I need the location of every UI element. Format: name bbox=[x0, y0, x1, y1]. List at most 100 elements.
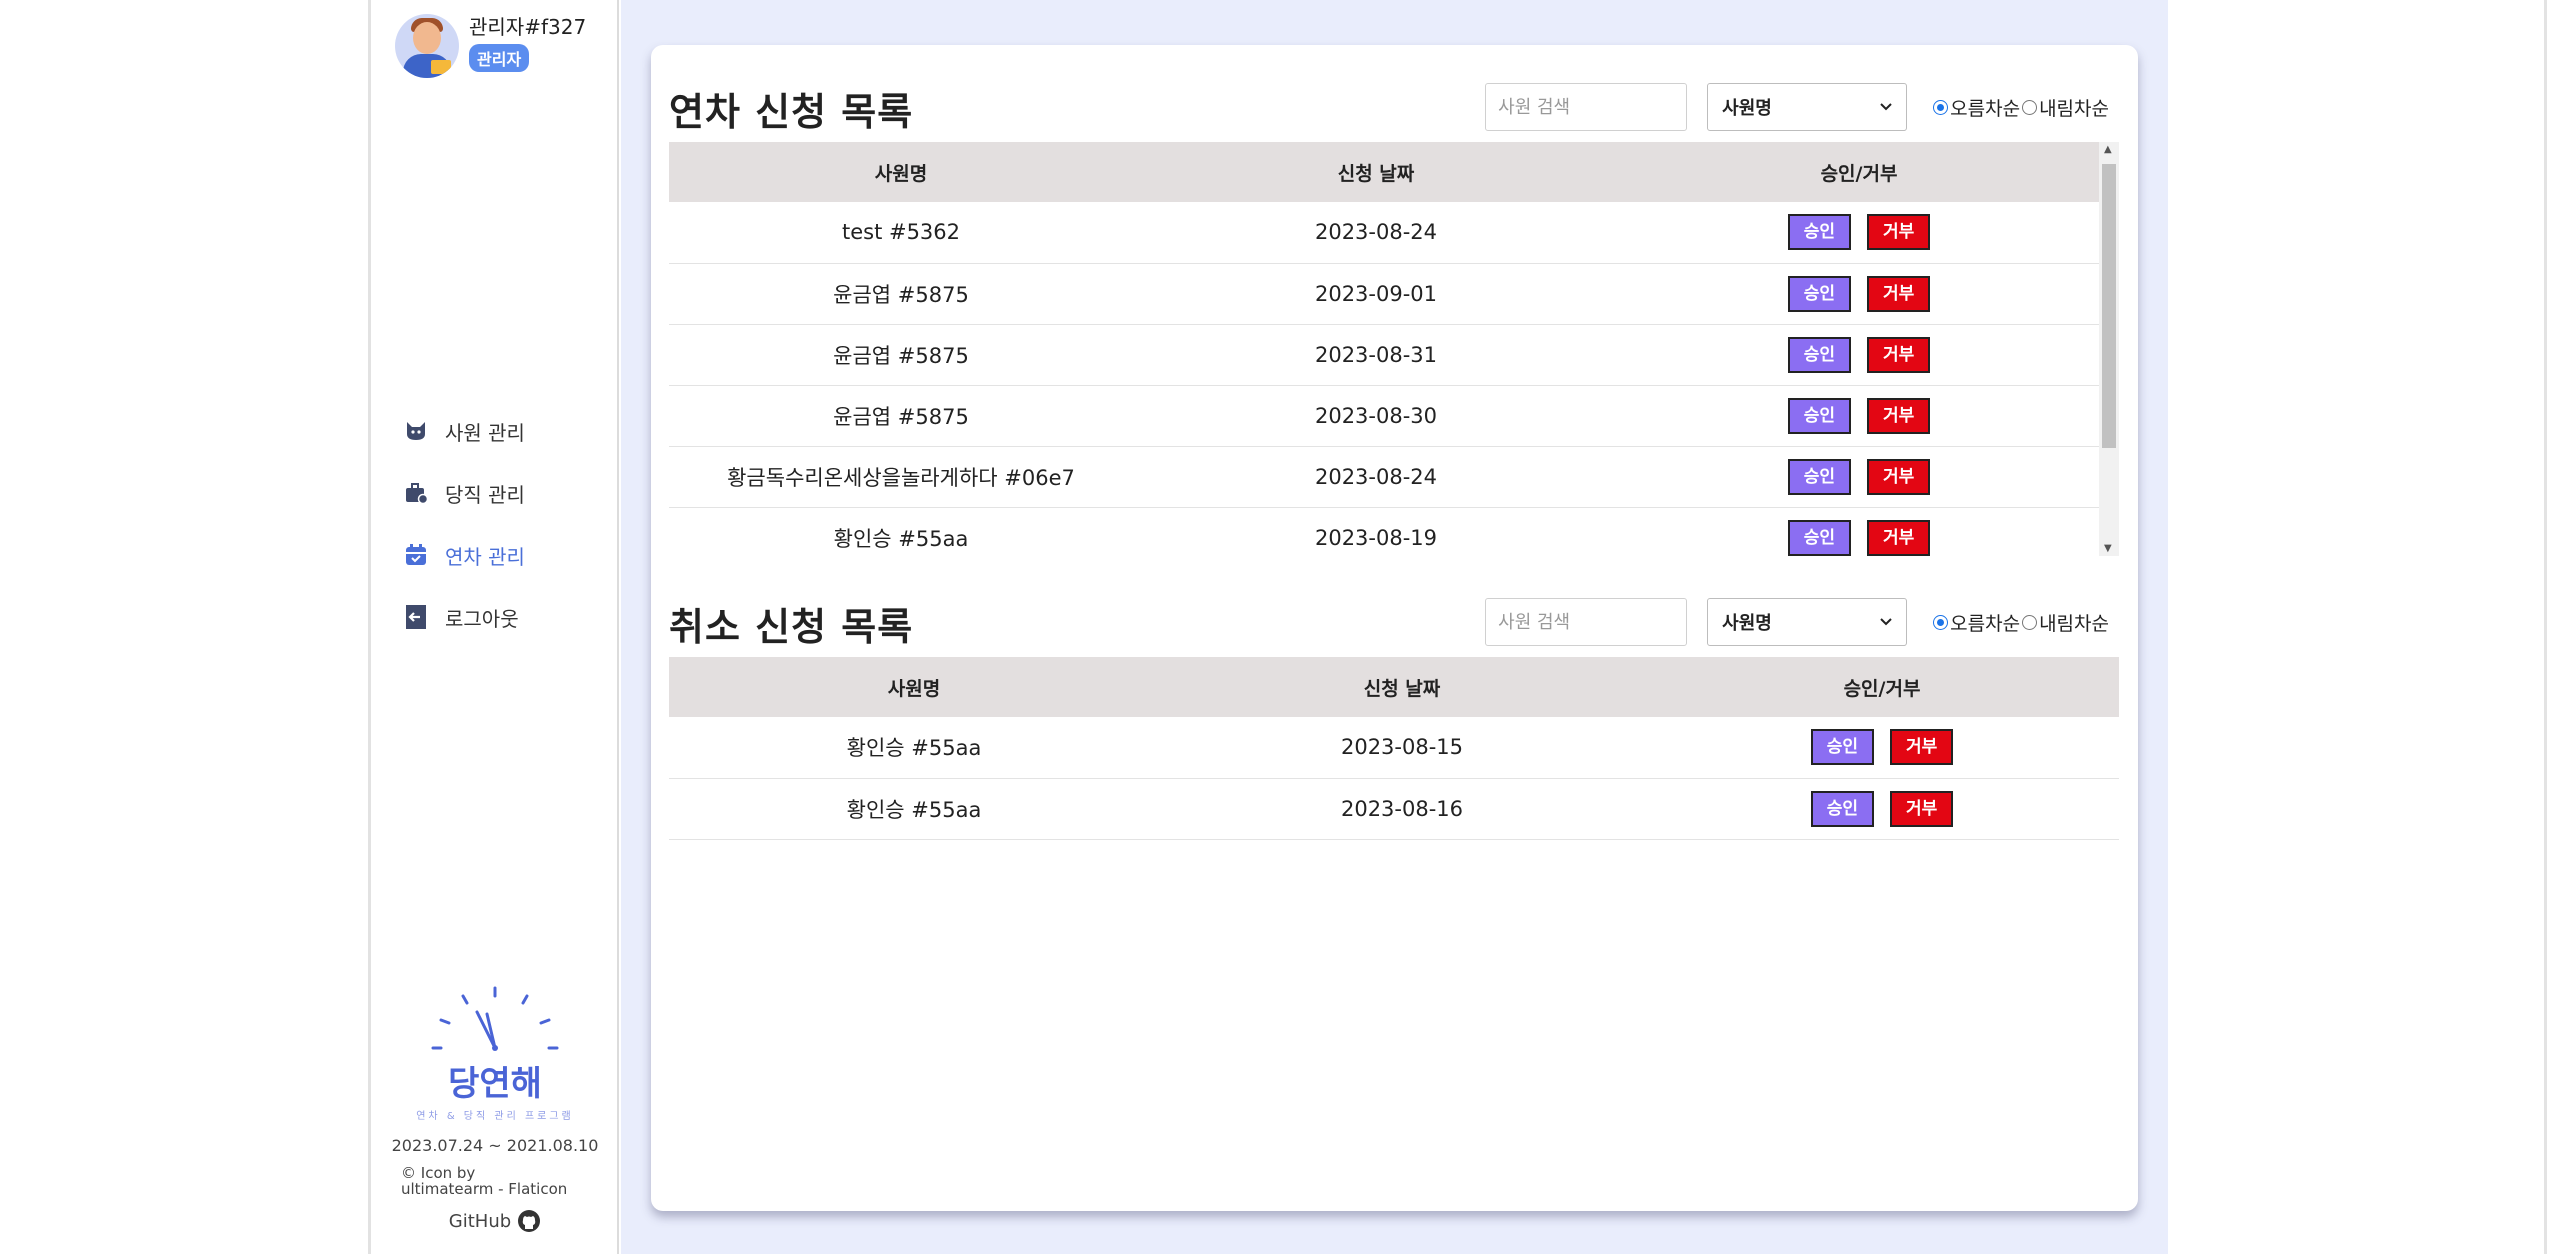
briefcase-icon bbox=[403, 480, 429, 506]
reject-button[interactable]: 거부 bbox=[1867, 336, 1931, 373]
reject-button[interactable]: 거부 bbox=[1890, 729, 1954, 766]
approve-button[interactable]: 승인 bbox=[1787, 214, 1851, 251]
search-input[interactable] bbox=[1485, 83, 1688, 131]
avatar bbox=[395, 14, 459, 78]
user-profile: 관리자#f327 관리자 bbox=[395, 14, 586, 78]
reject-button[interactable]: 거부 bbox=[1867, 397, 1931, 434]
project-dates: 2023.07.24 ~ 2021.08.10 bbox=[391, 1136, 599, 1155]
page-scrollbar[interactable] bbox=[2536, 0, 2560, 1254]
table-row: 황인승 #55aa 2023-08-16 승인 거부 bbox=[669, 778, 2119, 840]
reject-button[interactable]: 거부 bbox=[1867, 275, 1931, 312]
approve-button[interactable]: 승인 bbox=[1787, 275, 1851, 312]
sort-select[interactable]: 사원명 bbox=[1707, 83, 1908, 131]
asc-radio[interactable] bbox=[1933, 614, 1949, 630]
employee-name: 황인승 #55aa bbox=[669, 778, 1159, 840]
action-cell: 승인 거부 bbox=[1619, 202, 2099, 264]
request-date: 2023-08-24 bbox=[1133, 202, 1619, 264]
annual-table: 사원명 신청 날짜 승인/거부 test #5362 2023-08-24 승인 거부… bbox=[669, 142, 2099, 556]
reject-button[interactable]: 거부 bbox=[1890, 790, 1954, 827]
logout-icon bbox=[403, 604, 429, 630]
asc-radio[interactable] bbox=[1933, 99, 1949, 115]
table-row: 황인승 #55aa 2023-08-19 승인 거부 bbox=[669, 507, 2099, 556]
request-date: 2023-08-24 bbox=[1133, 446, 1619, 508]
cancel-table-container: 사원명 신청 날짜 승인/거부 황인승 #55aa 2023-08-15 승인 거부 황… bbox=[669, 657, 2119, 840]
role-badge: 관리자 bbox=[469, 44, 530, 72]
sort-select[interactable]: 사원명 bbox=[1707, 598, 1908, 646]
approve-button[interactable]: 승인 bbox=[1810, 729, 1874, 766]
action-cell: 승인 거부 bbox=[1619, 507, 2099, 556]
desc-label: 내림차순 bbox=[2039, 612, 2109, 635]
table-row: 황금독수리온세상을놀라게하다 #06e7 2023-08-24 승인 거부 bbox=[669, 446, 2099, 508]
employee-name: 황금독수리온세상을놀라게하다 #06e7 bbox=[669, 446, 1133, 508]
action-cell: 승인 거부 bbox=[1645, 717, 2119, 779]
credit-line: © Icon by bbox=[401, 1164, 476, 1182]
request-date: 2023-08-15 bbox=[1159, 717, 1645, 779]
sidebar-item-annual-leave[interactable]: 연차 관리 bbox=[403, 524, 525, 586]
sort-select-value: 사원명 bbox=[1722, 98, 1772, 119]
reject-button[interactable]: 거부 bbox=[1867, 214, 1931, 251]
approve-button[interactable]: 승인 bbox=[1810, 790, 1874, 827]
employee-name: 윤금엽 #5875 bbox=[669, 385, 1133, 447]
action-cell: 승인 거부 bbox=[1645, 778, 2119, 840]
section-title: 취소 신청 목록 bbox=[669, 604, 914, 649]
desc-radio[interactable] bbox=[2022, 614, 2038, 630]
cancel-table: 사원명 신청 날짜 승인/거부 황인승 #55aa 2023-08-15 승인 거부 황… bbox=[669, 657, 2119, 840]
table-row: 황인승 #55aa 2023-08-15 승인 거부 bbox=[669, 717, 2119, 779]
desc-radio[interactable] bbox=[2022, 99, 2038, 115]
employee-name: 황인승 #55aa bbox=[669, 717, 1159, 779]
table-row: 윤금엽 #5875 2023-08-30 승인 거부 bbox=[669, 385, 2099, 447]
asc-label: 오름차순 bbox=[1950, 97, 2021, 120]
sidebar-item-label: 당직 관리 bbox=[445, 482, 525, 507]
github-link[interactable]: GitHub bbox=[371, 1209, 619, 1233]
credit-line: ultimatearm - Flaticon bbox=[401, 1180, 568, 1198]
sort-order: 오름차순 내림차순 bbox=[1933, 94, 2109, 121]
request-date: 2023-08-30 bbox=[1133, 385, 1619, 447]
employee-name: 윤금엽 #5875 bbox=[669, 324, 1133, 386]
clock-icon bbox=[431, 986, 559, 1051]
column-header: 승인/거부 bbox=[1645, 657, 2119, 717]
table-row: test #5362 2023-08-24 승인 거부 bbox=[669, 202, 2099, 264]
logo-subtitle: 연차 & 당직 관리 프로그램 bbox=[416, 1111, 574, 1122]
scroll-up-icon[interactable]: ▲ bbox=[2104, 144, 2112, 155]
request-date: 2023-08-16 bbox=[1159, 778, 1645, 840]
column-header: 사원명 bbox=[669, 657, 1159, 717]
column-header: 신청 날짜 bbox=[1133, 142, 1619, 202]
app-logo: 당연해 연차 & 당직 관리 프로그램 bbox=[371, 980, 619, 1122]
chevron-down-icon bbox=[1880, 618, 1892, 626]
request-date: 2023-09-01 bbox=[1133, 263, 1619, 325]
sidebar-item-logout[interactable]: 로그아웃 bbox=[403, 586, 525, 648]
sidebar-item-employees[interactable]: 사원 관리 bbox=[403, 400, 525, 462]
approve-button[interactable]: 승인 bbox=[1787, 336, 1851, 373]
github-label: GitHub bbox=[448, 1210, 512, 1232]
scroll-down-icon[interactable]: ▼ bbox=[2104, 543, 2112, 554]
column-header: 승인/거부 bbox=[1619, 142, 2099, 202]
action-cell: 승인 거부 bbox=[1619, 263, 2099, 325]
employee-name: test #5362 bbox=[669, 202, 1133, 264]
column-header: 사원명 bbox=[669, 142, 1133, 202]
approve-button[interactable]: 승인 bbox=[1787, 397, 1851, 434]
logo-name: 당연해 bbox=[448, 1064, 542, 1104]
content-card: 연차 신청 목록 사원명 오름차순 내림차순 사원명 신청 날짜 승인/거부 bbox=[651, 45, 2138, 1211]
asc-label: 오름차순 bbox=[1950, 612, 2021, 635]
table-scrollbar[interactable]: ▲ ▼ bbox=[2099, 142, 2119, 556]
approve-button[interactable]: 승인 bbox=[1787, 458, 1851, 495]
chevron-down-icon bbox=[1880, 103, 1892, 111]
sidebar-footer: 2023.07.24 ~ 2021.08.10 © Icon by ultima… bbox=[371, 1136, 619, 1233]
approve-button[interactable]: 승인 bbox=[1787, 519, 1851, 556]
annual-header: 연차 신청 목록 사원명 오름차순 내림차순 bbox=[669, 83, 2109, 134]
sidebar-item-duty[interactable]: 당직 관리 bbox=[403, 462, 525, 524]
annual-controls: 사원명 오름차순 내림차순 bbox=[1485, 83, 2109, 131]
table-row: 윤금엽 #5875 2023-08-31 승인 거부 bbox=[669, 324, 2099, 386]
reject-button[interactable]: 거부 bbox=[1867, 458, 1931, 495]
column-header: 신청 날짜 bbox=[1159, 657, 1645, 717]
reject-button[interactable]: 거부 bbox=[1867, 519, 1931, 556]
sidebar-nav: 사원 관리 당직 관리 연차 관리 로그아웃 bbox=[403, 400, 525, 648]
sidebar: 관리자#f327 관리자 사원 관리 당직 관리 연차 관리 로그아웃 당연해 … bbox=[371, 0, 619, 1254]
employee-name: 황인승 #55aa bbox=[669, 507, 1133, 556]
search-input[interactable] bbox=[1485, 598, 1688, 646]
table-row: 윤금엽 #5875 2023-09-01 승인 거부 bbox=[669, 263, 2099, 325]
sidebar-item-label: 사원 관리 bbox=[445, 420, 525, 445]
scrollbar-thumb[interactable] bbox=[2102, 164, 2116, 448]
cancel-header: 취소 신청 목록 사원명 오름차순 내림차순 bbox=[669, 598, 2109, 649]
action-cell: 승인 거부 bbox=[1619, 385, 2099, 447]
